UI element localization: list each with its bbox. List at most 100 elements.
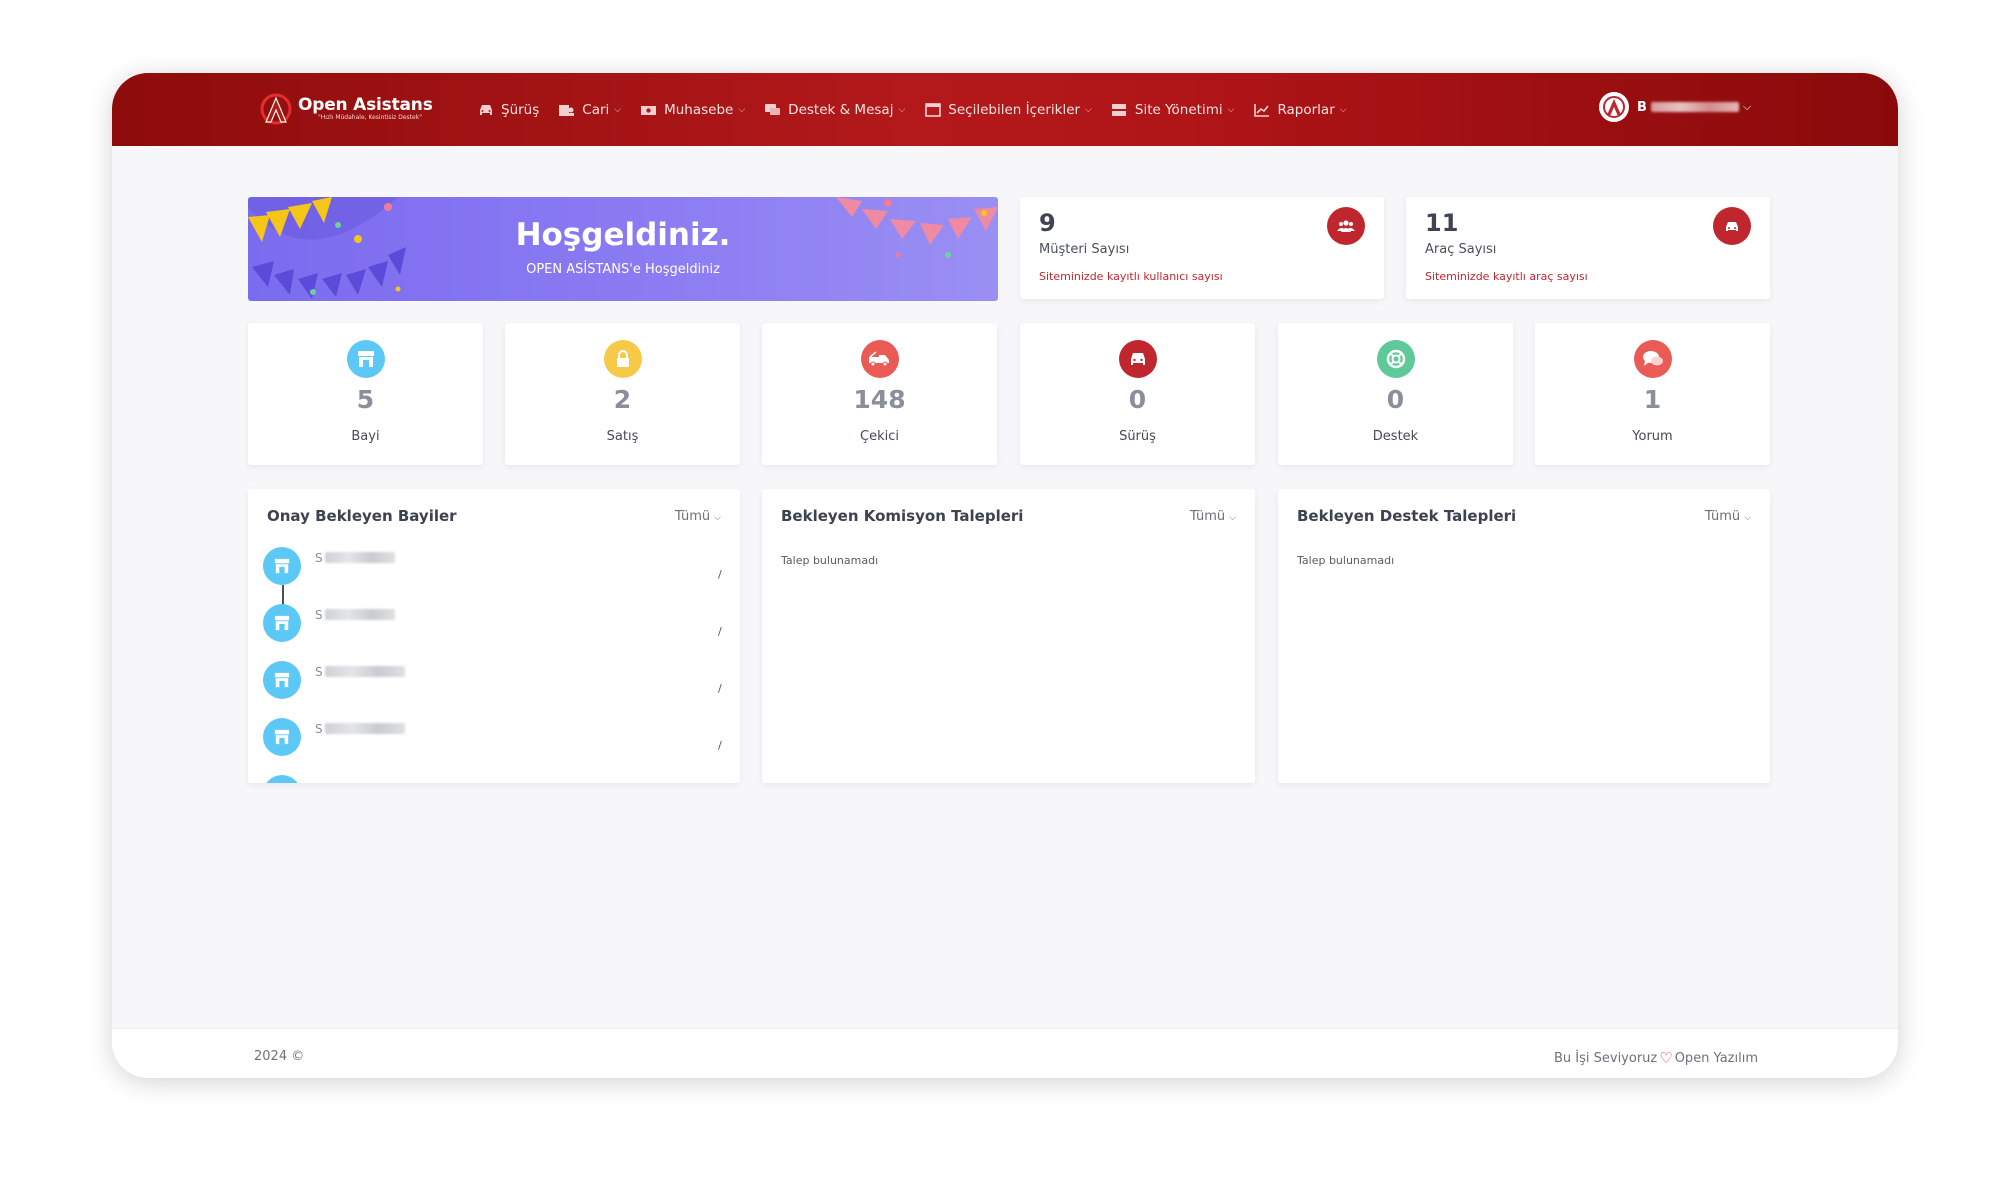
dealer-name-redacted: [325, 666, 405, 677]
panel-filter-dropdown[interactable]: Tümü ⌵: [675, 509, 721, 524]
mini-stat-value: 5: [356, 385, 375, 414]
nav-item-cari[interactable]: Cari ⌵: [558, 102, 621, 118]
dealer-meta: /: [718, 739, 722, 752]
main-nav: Şürüş Cari ⌵ Muhasebe ⌵ Destek & Mesaj ⌵…: [477, 97, 1366, 123]
panel-filter-dropdown[interactable]: Tümü ⌵: [1190, 509, 1236, 524]
panel-filter-dropdown[interactable]: Tümü ⌵: [1705, 509, 1751, 524]
welcome-banner: Hoşgeldiniz. OPEN ASİSTANS'e Hoşgeldiniz: [248, 197, 998, 301]
empty-state-text: Talep bulunamadı: [1297, 554, 1395, 567]
store-icon: [263, 718, 301, 756]
nav-item-site-yonetimi[interactable]: Site Yönetimi ⌵: [1111, 102, 1235, 118]
comments-icon: [1633, 340, 1672, 378]
list-item[interactable]: S /: [263, 661, 723, 701]
tow-truck-icon: [860, 340, 899, 378]
user-name-redacted: [1650, 102, 1739, 112]
dealer-name: S: [315, 608, 323, 622]
dealer-name: S: [315, 665, 323, 679]
list-item[interactable]: S /: [263, 604, 723, 644]
panel-pending-commission: Bekleyen Komisyon Talepleri Tümü ⌵ Talep …: [762, 489, 1255, 783]
avatar: [1599, 92, 1629, 122]
mini-stat-value: 148: [853, 385, 906, 414]
panel-pending-dealers: Onay Bekleyen Bayiler Tümü ⌵ S / S / S / …: [248, 489, 740, 783]
filter-label: Tümü: [674, 509, 711, 524]
mini-stat-label: Bayi: [351, 429, 380, 444]
list-item[interactable]: [263, 775, 723, 783]
mini-stat-label: Sürüş: [1119, 429, 1156, 444]
nav-item-destek-mesaj[interactable]: Destek & Mesaj ⌵: [764, 102, 905, 118]
window-icon: [924, 103, 941, 117]
support-icon: [1376, 340, 1415, 378]
dealer-name-redacted: [325, 552, 395, 563]
money-icon: [640, 103, 657, 117]
user-menu[interactable]: B ⌵: [1599, 92, 1751, 122]
store-icon: [263, 547, 301, 585]
brand-mark-icon: [1603, 96, 1625, 118]
chevron-down-icon: ⌵: [1742, 100, 1752, 113]
heart-icon: ♡: [1659, 1049, 1673, 1067]
mini-stat-value: 2: [613, 385, 632, 414]
store-icon: [263, 775, 301, 783]
filter-label: Tümü: [1189, 509, 1226, 524]
dealer-meta: /: [718, 568, 722, 581]
mini-stat-value: 1: [1643, 385, 1662, 414]
nav-label: Muhasebe: [664, 102, 734, 118]
nav-item-raporlar[interactable]: Raporlar ⌵: [1253, 102, 1347, 118]
users-icon: [558, 103, 575, 117]
chevron-down-icon: ⌵: [738, 105, 746, 115]
footer: 2024 © Bu İşi Seviyoruz ♡ Open Yazılım: [112, 1028, 1898, 1078]
stat-card-arac: 11 Araç Sayısı Siteminizde kayıtlı araç …: [1406, 197, 1770, 299]
nav-label: Destek & Mesaj: [788, 102, 894, 118]
nav-label: Cari: [582, 102, 610, 118]
nav-item-secilebilen-icerikler[interactable]: Seçilebilen İçerikler ⌵: [924, 102, 1092, 118]
dealer-name: S: [315, 551, 323, 565]
mini-stat-yorum: 1 Yorum: [1535, 323, 1770, 465]
chevron-down-icon: ⌵: [1085, 105, 1092, 115]
chevron-down-icon: ⌵: [1339, 105, 1347, 115]
panel-pending-support: Bekleyen Destek Talepleri Tümü ⌵ Talep bu…: [1278, 489, 1770, 783]
stat-value: 11: [1425, 209, 1459, 237]
lock-icon: [603, 340, 642, 378]
stat-label: Araç Sayısı: [1425, 242, 1497, 257]
timeline-connector: [282, 585, 284, 605]
credit-link[interactable]: Open Yazılım: [1675, 1051, 1758, 1066]
mini-stat-cekici: 148 Çekici: [762, 323, 997, 465]
users-icon: [1327, 207, 1365, 245]
mini-stat-label: Yorum: [1632, 429, 1673, 444]
chevron-down-icon: ⌵: [1227, 105, 1235, 115]
mini-stat-destek: 0 Destek: [1278, 323, 1513, 465]
nav-item-surus[interactable]: Şürüş: [477, 102, 539, 118]
top-navbar: Open Asistans "Hızlı Müdahale, Kesintisi…: [112, 73, 1898, 146]
chevron-down-icon: ⌵: [1744, 513, 1751, 523]
list-item[interactable]: S /: [263, 547, 723, 587]
panel-title: Onay Bekleyen Bayiler: [267, 507, 457, 525]
brand-logo[interactable]: Open Asistans "Hızlı Müdahale, Kesintisi…: [260, 89, 433, 129]
mini-stat-label: Satış: [606, 429, 639, 444]
welcome-subtitle: OPEN ASİSTANS'e Hoşgeldiniz: [526, 262, 720, 277]
panel-title: Bekleyen Komisyon Talepleri: [781, 507, 1024, 525]
stat-note: Siteminizde kayıtlı kullanıcı sayısı: [1039, 270, 1223, 283]
server-icon: [1111, 103, 1128, 117]
car-icon: [1118, 340, 1157, 378]
nav-item-muhasebe[interactable]: Muhasebe ⌵: [640, 102, 745, 118]
nav-label: Şürüş: [501, 102, 540, 118]
app-window: Open Asistans "Hızlı Müdahale, Kesintisi…: [112, 73, 1898, 1078]
chevron-down-icon: ⌵: [898, 105, 906, 115]
footer-credit: Bu İşi Seviyoruz ♡ Open Yazılım: [1554, 1049, 1758, 1067]
stat-label: Müşteri Sayısı: [1039, 242, 1130, 257]
chevron-down-icon: ⌵: [614, 105, 622, 115]
mini-stat-bayi: 5 Bayi: [248, 323, 483, 465]
chevron-down-icon: ⌵: [714, 513, 721, 523]
chevron-down-icon: ⌵: [1229, 513, 1236, 523]
nav-label: Seçilebilen İçerikler: [948, 102, 1081, 118]
panel-title: Bekleyen Destek Talepleri: [1297, 507, 1517, 525]
chart-icon: [1253, 103, 1270, 117]
copyright-text: 2024 ©: [254, 1049, 305, 1064]
dealer-meta: /: [718, 682, 722, 695]
dealer-name-redacted: [325, 723, 405, 734]
empty-state-text: Talep bulunamadı: [781, 554, 879, 567]
list-item[interactable]: S /: [263, 718, 723, 758]
car-icon: [1713, 207, 1751, 245]
dealer-name-redacted: [325, 609, 395, 620]
brand-mark-icon: [260, 93, 292, 125]
stat-value: 9: [1039, 209, 1056, 237]
